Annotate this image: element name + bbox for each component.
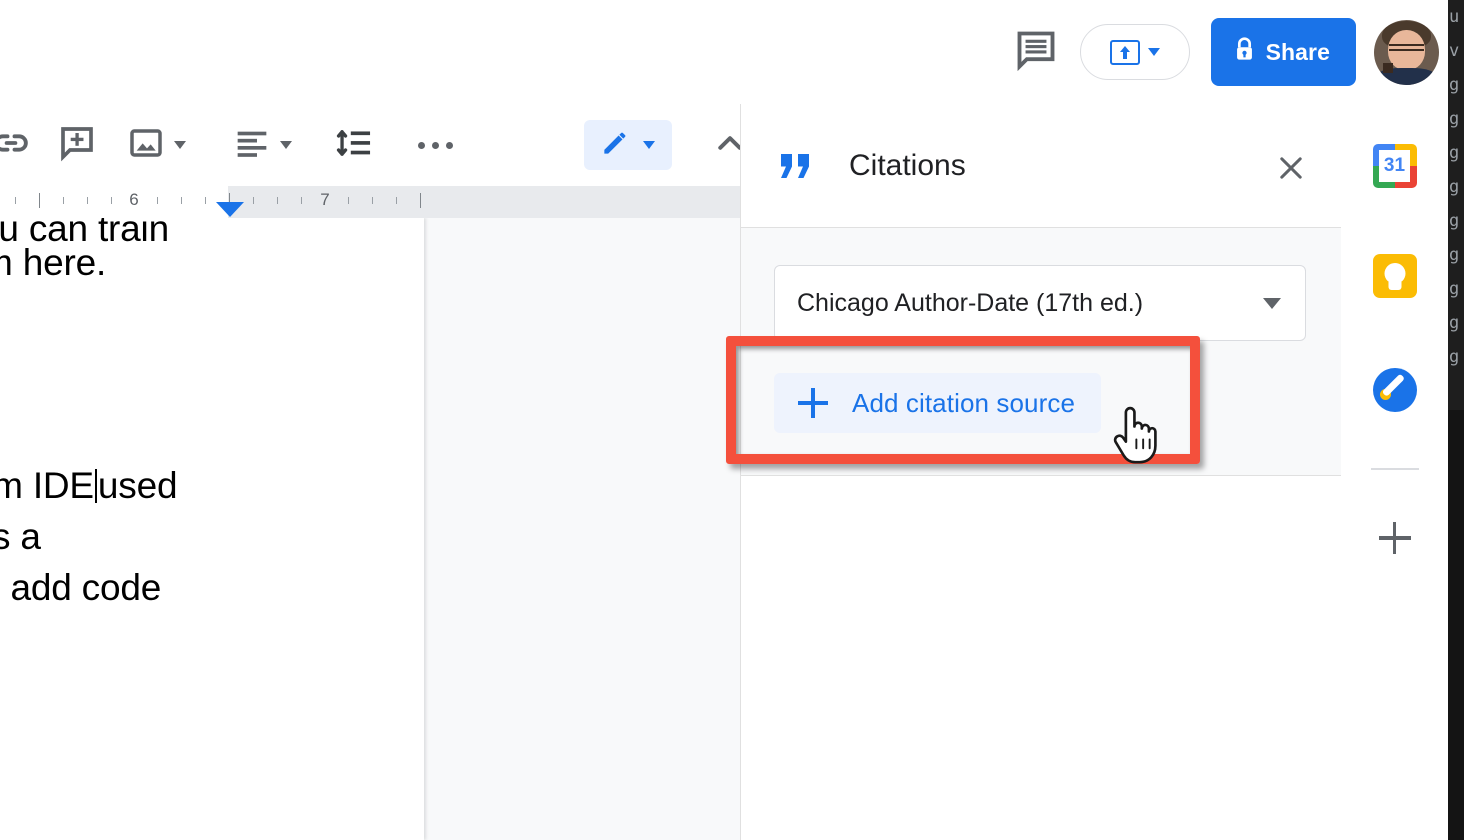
document-text-line: m here. (0, 242, 107, 283)
more-horizontal-icon (417, 141, 453, 149)
background-window-sliver: uvggggggggg (1448, 0, 1464, 840)
line-spacing-button[interactable] (330, 117, 380, 173)
add-comment-icon (56, 122, 98, 169)
share-button-label: Share (1265, 38, 1330, 65)
lock-icon (1233, 36, 1256, 69)
google-keep-icon[interactable] (1372, 254, 1417, 298)
add-citation-source-button[interactable]: Add citation source (774, 373, 1102, 433)
side-panel-divider (1370, 468, 1419, 470)
insert-link-button[interactable] (0, 117, 36, 173)
document-page[interactable]: ou can train m here. rm IDEused is a o a… (0, 218, 424, 840)
comment-icon (1014, 28, 1058, 77)
citation-style-value: Chicago Author-Date (17th ed.) (797, 288, 1144, 317)
user-avatar[interactable] (1374, 19, 1439, 85)
google-calendar-icon[interactable]: 31 (1372, 144, 1417, 188)
google-apps-side-panel: 31 (1341, 104, 1448, 840)
add-citation-source-label: Add citation source (852, 387, 1076, 418)
citations-panel-title: Citations (849, 148, 966, 182)
document-text-post: used (97, 465, 178, 506)
chevron-down-icon (280, 141, 292, 149)
close-icon[interactable] (1274, 151, 1308, 185)
background-window-glyphs: uvggggggggg (1449, 7, 1460, 367)
link-icon (0, 122, 32, 169)
line-spacing-icon (334, 122, 376, 169)
avatar-glasses (1388, 44, 1425, 52)
quote-icon (779, 152, 813, 180)
editing-mode-button[interactable] (584, 120, 672, 170)
present-upload-icon (1109, 39, 1140, 65)
document-text-line: o add code (0, 567, 162, 608)
document-text-line-caret: rm IDEused (0, 465, 178, 507)
document-toolbar (0, 104, 742, 186)
image-icon (126, 123, 166, 168)
citations-panel: Citations Chicago Author-Date (17th ed.)… (740, 104, 1341, 840)
avatar-badge (1383, 63, 1394, 73)
document-text-line: is a (0, 516, 41, 557)
share-button[interactable]: Share (1210, 18, 1356, 86)
citation-style-select[interactable]: Chicago Author-Date (17th ed.) (774, 265, 1306, 341)
add-comment-button[interactable] (52, 117, 102, 173)
chevron-down-icon (1263, 297, 1281, 309)
plus-icon (798, 388, 828, 418)
pencil-icon (599, 127, 631, 164)
text-align-button[interactable] (224, 123, 300, 168)
top-bar: Share (0, 0, 1448, 104)
calendar-day-number: 31 (1378, 150, 1411, 182)
citations-panel-header: Citations (741, 104, 1341, 228)
document-canvas: ou can train m here. rm IDEused is a o a… (0, 218, 740, 840)
chevron-down-icon (1147, 48, 1160, 56)
ruler-text-area (0, 186, 228, 218)
more-options-button[interactable] (410, 117, 460, 173)
insert-image-button[interactable] (118, 123, 194, 168)
present-button[interactable] (1079, 24, 1190, 80)
document-text-pre: rm IDE (0, 465, 94, 506)
ruler-number: 7 (320, 190, 330, 209)
add-app-plus-icon[interactable] (1378, 522, 1411, 554)
text-cursor (94, 469, 97, 503)
chevron-down-icon (643, 141, 655, 149)
right-indent-marker[interactable] (216, 202, 244, 217)
google-tasks-icon[interactable] (1372, 368, 1417, 412)
citations-panel-body: Chicago Author-Date (17th ed.) Add citat… (741, 228, 1341, 476)
ruler[interactable]: 6 7 (0, 186, 740, 218)
background-window-lower (1448, 410, 1464, 840)
chevron-down-icon (174, 141, 186, 149)
align-left-icon (232, 123, 272, 168)
ruler-number: 6 (129, 190, 139, 209)
top-bar-actions: Share (1012, 0, 1439, 104)
comment-icon-button[interactable] (1012, 28, 1060, 76)
